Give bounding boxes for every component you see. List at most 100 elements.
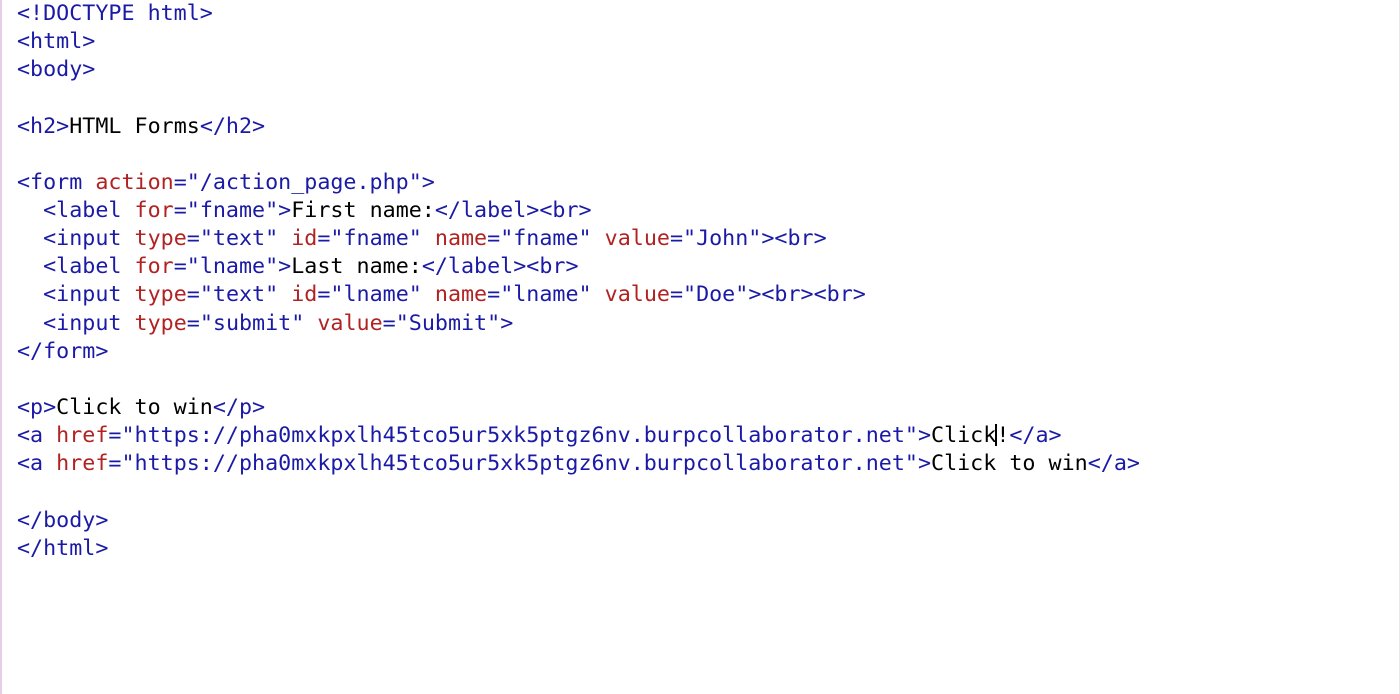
code-tag-token: <input xyxy=(43,226,135,252)
code-tag-token: = xyxy=(317,282,331,308)
code-tag-token: </body> xyxy=(17,507,109,533)
code-tag-token: = xyxy=(186,282,200,308)
code-attribute-token: action xyxy=(95,169,174,195)
code-text-token: ! xyxy=(996,423,1010,449)
code-tag-token: <p> xyxy=(17,394,57,420)
code-line[interactable]: <label for="lname">Last name:</label><br… xyxy=(17,253,1140,281)
code-text-token: Click to win xyxy=(931,451,1088,477)
code-attribute-token: id xyxy=(291,282,318,308)
code-tag-token: = xyxy=(186,310,200,336)
code-line[interactable]: <body> xyxy=(17,56,1140,84)
code-string-token: "fname" xyxy=(186,197,279,223)
code-line[interactable]: <form action="/action_page.php"> xyxy=(17,169,1140,197)
code-line[interactable] xyxy=(17,141,1140,169)
code-tag-token: </a> xyxy=(1087,451,1140,477)
code-tag-token: </form> xyxy=(17,338,109,364)
code-tag-token: </a> xyxy=(1009,423,1062,449)
code-attribute-token: for xyxy=(134,254,174,280)
code-tag-token: <body> xyxy=(17,57,96,83)
code-tag-token: > xyxy=(421,169,435,195)
code-line[interactable]: <html> xyxy=(17,28,1140,56)
code-tag-token: > xyxy=(917,451,932,477)
code-line[interactable] xyxy=(17,366,1140,394)
code-string-token: "https://pha0mxkpxlh45tco5ur5xk5ptgz6nv.… xyxy=(121,423,918,449)
code-attribute-token: type xyxy=(134,310,187,336)
code-tag-token: </html> xyxy=(17,535,109,561)
code-tag-token: <a xyxy=(17,451,57,477)
code-line[interactable]: <!DOCTYPE html> xyxy=(17,0,1140,28)
code-tag-token: <form xyxy=(17,169,96,195)
code-tag-token: <input xyxy=(43,310,135,336)
code-line[interactable]: <h2>HTML Forms</h2> xyxy=(17,113,1140,141)
code-tag-token: </label><br> xyxy=(434,197,592,223)
code-string-token: "text" xyxy=(199,282,279,308)
code-tag-token: = xyxy=(108,451,122,477)
code-line[interactable]: <a href="https://pha0mxkpxlh45tco5ur5xk5… xyxy=(17,422,1140,450)
code-string-token: "fname" xyxy=(330,226,422,252)
code-attribute-token: href xyxy=(56,451,109,477)
code-tag-token: <a xyxy=(17,423,57,449)
code-tag-token: > xyxy=(917,423,932,449)
code-line[interactable]: </form> xyxy=(17,338,1140,366)
code-text-token: Last name: xyxy=(291,254,422,280)
code-tag-token: </label><br> xyxy=(421,254,579,280)
code-tag-token: <html> xyxy=(17,29,96,55)
code-text-token: Click xyxy=(931,423,997,449)
code-attribute-token: for xyxy=(134,197,174,223)
code-tag-token: <h2> xyxy=(17,113,70,139)
code-tag-token: = xyxy=(382,310,396,336)
code-attribute-token: value xyxy=(604,282,670,308)
code-string-token: "lname" xyxy=(330,282,422,308)
code-tag-token: <input xyxy=(43,282,135,308)
code-tag-token: = xyxy=(669,226,684,252)
code-string-token: "https://pha0mxkpxlh45tco5ur5xk5ptgz6nv.… xyxy=(121,451,918,477)
code-string-token: "/action_page.php" xyxy=(186,169,422,195)
code-string-token: "text" xyxy=(199,226,279,252)
code-editor[interactable]: <!DOCTYPE html> <html> <body> <h2>HTML For… xyxy=(0,0,1400,694)
code-attribute-token: type xyxy=(134,226,187,252)
code-line[interactable]: <input type="text" id="lname" name="lnam… xyxy=(17,281,1140,309)
code-tag-token: ><br><br> xyxy=(748,282,866,308)
code-string-token: "lname" xyxy=(186,254,279,280)
code-string-token: "fname" xyxy=(500,226,592,252)
code-attribute-token: type xyxy=(134,282,187,308)
code-line[interactable] xyxy=(17,84,1140,112)
code-tag-token: = xyxy=(173,169,187,195)
code-tag-token: <label xyxy=(43,197,135,223)
code-attribute-token: value xyxy=(604,226,670,252)
code-tag-token: = xyxy=(669,282,684,308)
code-text-token: HTML Forms xyxy=(69,113,200,139)
code-tag-token: > xyxy=(278,254,292,280)
code-line[interactable]: </body> xyxy=(17,507,1140,535)
code-text-area[interactable]: <!DOCTYPE html> <html> <body> <h2>HTML For… xyxy=(17,0,1140,563)
code-string-token: "John" xyxy=(683,226,762,252)
code-string-token: "lname" xyxy=(500,282,592,308)
code-string-token: "Doe" xyxy=(683,282,749,308)
code-attribute-token: name xyxy=(434,282,488,308)
code-attribute-token: name xyxy=(434,226,488,252)
code-tag-token: = xyxy=(487,282,501,308)
code-line[interactable]: <a href="https://pha0mxkpxlh45tco5ur5xk5… xyxy=(17,450,1140,478)
code-line[interactable]: <label for="fname">First name:</label><b… xyxy=(17,197,1140,225)
code-line[interactable]: </html> xyxy=(17,535,1140,563)
code-tag-token: = xyxy=(173,254,187,280)
code-tag-token: <!DOCTYPE html> xyxy=(17,1,213,26)
code-tag-token: = xyxy=(173,197,187,223)
code-line[interactable]: <input type="submit" value="Submit"> xyxy=(17,310,1140,338)
code-line[interactable]: <p>Click to win</p> xyxy=(17,394,1140,422)
code-line[interactable] xyxy=(17,478,1140,506)
code-line[interactable]: <input type="text" id="fname" name="fnam… xyxy=(17,225,1140,253)
code-tag-token: = xyxy=(108,423,122,449)
code-string-token: "submit" xyxy=(199,310,305,336)
code-attribute-token: id xyxy=(291,226,318,252)
